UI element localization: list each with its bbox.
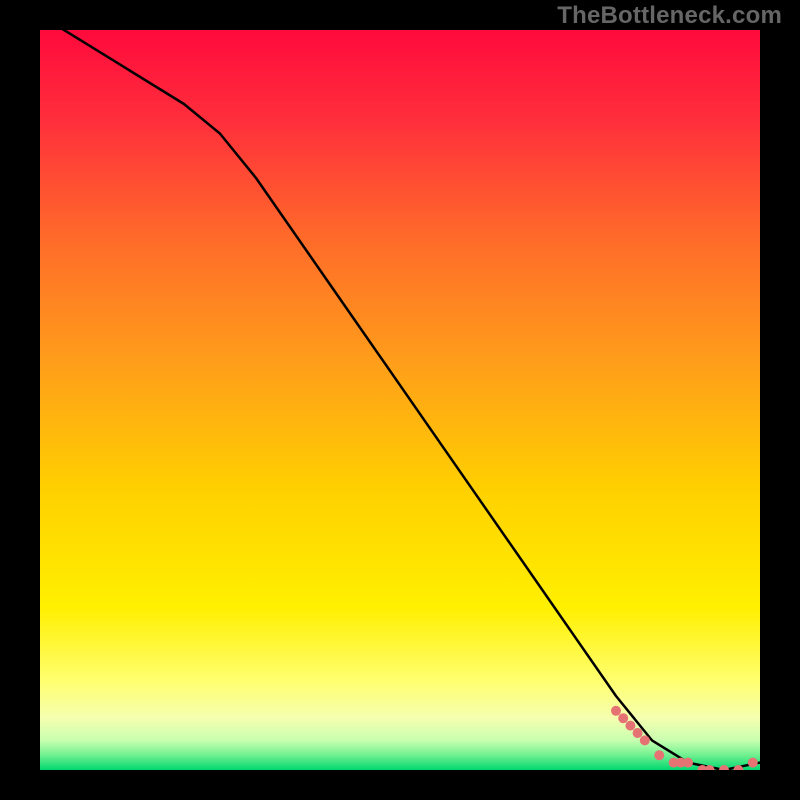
plot-area — [40, 30, 760, 770]
gradient-background — [40, 30, 760, 770]
data-point — [683, 758, 693, 768]
chart-svg — [40, 30, 760, 770]
data-point — [625, 721, 635, 731]
data-point — [654, 750, 664, 760]
data-point — [618, 713, 628, 723]
data-point — [633, 728, 643, 738]
watermark-text: TheBottleneck.com — [557, 2, 782, 30]
data-point — [748, 758, 758, 768]
chart-frame: TheBottleneck.com — [0, 0, 800, 800]
data-point — [611, 706, 621, 716]
data-point — [640, 735, 650, 745]
